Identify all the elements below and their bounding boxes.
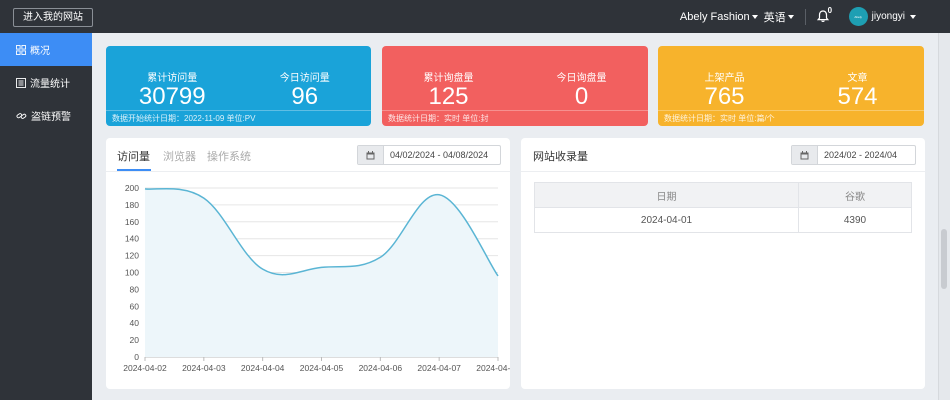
site-switcher[interactable]: Abely Fashion [680,11,758,23]
y-tick-label: 140 [125,234,139,244]
index-panel-header: 网站收录量 2024/02 - 2024/04 [521,138,925,172]
date-range-text: 2024/02 - 2024/04 [824,150,898,160]
visits-panel: 访问量 浏览器 操作系统 04/02/2024 - 04/08/2024 0 20… [106,138,510,389]
stat-label: 累计访问量 [147,73,198,84]
divider [804,8,806,25]
dashboard-icon [16,44,26,55]
x-tick-label: 2024-04-05 [300,363,344,373]
stat-value: 30799 [138,83,206,110]
x-tick-label: 2024-04-07 [417,363,461,373]
column-header-google: 谷歌 [798,182,912,208]
stat-total-inquiries: 累计询盘量 125 [382,46,515,109]
stat-value: 125 [428,83,469,110]
stat-label: 今日询盘量 [556,73,607,84]
y-tick-label: 200 [125,183,139,193]
stats-icon [16,77,26,88]
stat-value: 574 [837,83,878,110]
stat-label: 今日访问量 [279,73,330,84]
sidebar-item-overview[interactable]: 概况 [0,33,92,66]
stat-label: 累计询盘量 [423,73,474,84]
language-label: 英语 [763,11,786,24]
avatar-logo-text: Abely [854,14,862,19]
stat-card-inquiries: 累计询盘量 125 今日询盘量 0 数据统计日期：实时 单位:封 [382,46,648,126]
tab-os[interactable]: 操作系统 [207,148,251,164]
visits-panel-header: 访问量 浏览器 操作系统 04/02/2024 - 04/08/2024 [106,138,510,172]
scrollbar-thumb[interactable] [941,229,947,289]
stat-footer: 数据开始统计日期：2022-11-09 单位:PV [106,110,371,126]
sidebar-item-label: 概况 [30,46,50,57]
sidebar-item-hotlink-alert[interactable]: 盗链预警 [0,99,92,132]
sidebar: 概况 流量统计 盗链预警 [0,33,92,400]
username: jiyongyi [871,11,905,22]
stat-today-visits: 今日访问量 96 [239,46,372,109]
user-menu[interactable]: Abely jiyongyi [848,7,916,26]
notifications-button[interactable]: 0 [816,6,832,23]
y-tick-label: 160 [125,217,139,227]
stat-card-visits: 累计访问量 30799 今日访问量 96 数据开始统计日期：2022-11-09… [106,46,371,126]
panel-title: 网站收录量 [533,151,588,163]
stat-footer: 数据统计日期：实时 单位:封 [382,110,648,126]
x-tick-label: 2024-04-02 [123,363,167,373]
chevron-down-icon [787,14,794,19]
table-cell-google: 4390 [798,207,912,233]
index-panel: 网站收录量 2024/02 - 2024/04 日期 谷歌 2024-04-01… [521,138,925,389]
date-range-text: 04/02/2024 - 04/08/2024 [390,150,489,160]
chevron-down-icon [751,14,758,19]
top-right-menu: Abely Fashion 英语 0 Abely jiyongyi [680,0,916,33]
sidebar-item-traffic-stats[interactable]: 流量统计 [0,66,92,99]
y-tick-label: 80 [130,284,140,294]
avatar: Abely [848,7,868,26]
active-tab-indicator [117,169,151,171]
language-switcher[interactable]: 英语 [764,9,794,25]
top-bar: 进入我的网站 Abely Fashion 英语 0 Abely jiyongyi [0,0,950,33]
site-name: Abely Fashion [679,10,750,23]
stat-today-inquiries: 今日询盘量 0 [515,46,648,109]
tab-visits[interactable]: 访问量 [117,148,150,164]
column-header-date: 日期 [534,182,799,208]
x-tick-label: 2024-04-08 [476,363,510,373]
stat-total-visits: 累计访问量 30799 [106,46,239,109]
series-area [145,188,498,357]
stat-value: 0 [574,83,589,110]
y-tick-label: 0 [134,352,139,362]
x-tick-label: 2024-04-06 [359,363,403,373]
stat-label: 上架产品 [704,73,745,84]
calendar-icon [792,146,818,164]
tab-browsers[interactable]: 浏览器 [163,148,196,164]
sidebar-item-label: 盗链预警 [31,112,71,123]
stat-value: 96 [291,83,319,110]
enter-my-site-button[interactable]: 进入我的网站 [13,8,93,27]
x-tick-label: 2024-04-03 [182,363,226,373]
stat-value: 765 [704,83,745,110]
visits-date-range-picker[interactable]: 04/02/2024 - 04/08/2024 [357,145,501,165]
chevron-down-icon [910,14,916,19]
index-table: 日期 谷歌 2024-04-01 4390 [534,182,912,233]
stat-products-listed: 上架产品 765 [658,46,791,109]
y-tick-label: 180 [125,200,139,210]
stat-footer: 数据统计日期：实时 单位:篇/个 [658,110,924,126]
link-icon [16,112,27,119]
y-tick-label: 120 [125,251,139,261]
y-tick-label: 20 [130,335,140,345]
y-tick-label: 40 [130,318,140,328]
y-tick-label: 100 [125,268,139,278]
x-tick-label: 2024-04-04 [241,363,285,373]
scrollbar[interactable] [938,33,950,400]
index-date-range-picker[interactable]: 2024/02 - 2024/04 [791,145,916,165]
visits-line-chart: 0 20 40 60 80 100 120 140 160 180 200 2024-04-02 202… [123,183,510,373]
notification-count: 0 [827,6,833,15]
stat-articles: 文章 574 [791,46,924,109]
calendar-icon [358,146,384,164]
sidebar-item-label: 流量统计 [30,79,70,90]
table-header-row: 日期 谷歌 [534,182,912,208]
table-row: 2024-04-01 4390 [534,207,912,233]
table-cell-date: 2024-04-01 [534,207,799,233]
stat-card-content: 上架产品 765 文章 574 数据统计日期：实时 单位:篇/个 [658,46,924,126]
y-tick-label: 60 [130,301,140,311]
stat-label: 文章 [847,73,868,84]
